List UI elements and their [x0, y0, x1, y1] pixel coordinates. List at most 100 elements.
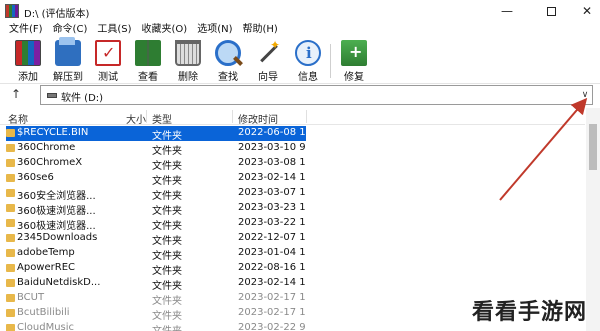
- add-label: 添加: [18, 72, 38, 83]
- folder-icon: [6, 174, 15, 182]
- folder-icon: [6, 204, 15, 212]
- view-label: 查看: [138, 72, 158, 83]
- address-bar: ↑ 软件 (D:) ∨: [0, 84, 600, 106]
- item-date: 2022-12-07 1: [238, 232, 306, 243]
- up-arrow-icon[interactable]: ↑: [6, 87, 26, 103]
- folder-icon: [6, 279, 15, 287]
- folder-icon: [6, 264, 15, 272]
- menu-help[interactable]: 帮助(H): [238, 22, 283, 38]
- maximize-button[interactable]: [536, 2, 566, 20]
- wizard-icon: [255, 38, 281, 66]
- item-date: 2023-02-17 1: [238, 307, 306, 318]
- item-type: 文件夹: [152, 266, 182, 277]
- extract-label: 解压到: [53, 72, 83, 83]
- menu-bar: 文件(F) 命令(C) 工具(S) 收藏夹(O) 选项(N) 帮助(H): [0, 22, 600, 38]
- column-divider[interactable]: [232, 110, 233, 123]
- folder-icon: [6, 159, 15, 167]
- list-item[interactable]: adobeTemp 文件夹 2023-01-04 1: [0, 246, 585, 262]
- scrollbar-thumb[interactable]: [589, 124, 597, 170]
- info-button[interactable]: 信息: [286, 40, 330, 84]
- item-date: 2023-03-10 9: [238, 142, 306, 153]
- item-name: CloudMusic: [17, 322, 75, 331]
- menu-tools[interactable]: 工具(S): [92, 22, 136, 38]
- view-button[interactable]: 查看: [126, 40, 170, 84]
- list-item[interactable]: 360极速浏览器... 文件夹 2023-03-22 1: [0, 216, 585, 232]
- column-modified[interactable]: 修改时间: [238, 111, 278, 126]
- close-button[interactable]: ✕: [572, 2, 600, 20]
- item-type: 文件夹: [152, 131, 182, 142]
- folder-icon: [6, 219, 15, 227]
- column-type[interactable]: 类型: [152, 111, 172, 126]
- item-type: 文件夹: [152, 251, 182, 262]
- item-type: 文件夹: [152, 281, 182, 292]
- folder-icon: [6, 129, 15, 137]
- item-date: 2023-02-22 9: [238, 322, 306, 331]
- find-button[interactable]: 查找: [206, 40, 250, 84]
- item-type: 文件夹: [152, 236, 182, 247]
- item-date: 2023-02-14 1: [238, 277, 306, 288]
- column-size[interactable]: 大小: [126, 111, 146, 126]
- repair-button[interactable]: 修复: [332, 40, 376, 84]
- list-item[interactable]: 360se6 文件夹 2023-02-14 1: [0, 171, 585, 187]
- list-item[interactable]: 360ChromeX 文件夹 2023-03-08 1: [0, 156, 585, 172]
- list-item[interactable]: 360Chrome 文件夹 2023-03-10 9: [0, 141, 585, 157]
- extract-icon: [55, 37, 81, 66]
- column-name[interactable]: 名称: [8, 111, 28, 126]
- list-item[interactable]: 360极速浏览器... 文件夹 2023-03-23 1: [0, 201, 585, 217]
- minimize-button[interactable]: —: [492, 2, 522, 20]
- list-item[interactable]: ApowerREC 文件夹 2022-08-16 1: [0, 261, 585, 277]
- item-type: 文件夹: [152, 146, 182, 157]
- address-field[interactable]: 软件 (D:) ∨: [40, 85, 593, 105]
- wizard-button[interactable]: 向导: [246, 38, 290, 84]
- item-type: 文件夹: [152, 296, 182, 307]
- extract-button[interactable]: 解压到: [46, 37, 90, 84]
- item-date: 2023-02-14 1: [238, 172, 306, 183]
- folder-icon: [6, 249, 15, 257]
- menu-file[interactable]: 文件(F): [4, 22, 48, 38]
- add-button[interactable]: 添加: [6, 40, 50, 84]
- list-item[interactable]: BaiduNetdiskD... 文件夹 2023-02-14 1: [0, 276, 585, 292]
- vertical-scrollbar[interactable]: [586, 108, 600, 331]
- item-date: 2023-02-17 1: [238, 292, 306, 303]
- column-divider[interactable]: [306, 110, 307, 123]
- folder-icon: [6, 294, 15, 302]
- menu-favorites[interactable]: 收藏夹(O): [137, 22, 193, 38]
- find-icon: [215, 40, 241, 66]
- view-icon: [135, 40, 161, 66]
- folder-icon: [6, 144, 15, 152]
- list-item[interactable]: $RECYCLE.BIN 文件夹 2022-06-08 1: [0, 126, 585, 142]
- item-date: 2023-03-23 1: [238, 202, 306, 213]
- column-divider[interactable]: [146, 110, 147, 123]
- item-date: 2022-06-08 1: [238, 127, 306, 138]
- item-name: ApowerREC: [17, 262, 75, 273]
- item-type: 文件夹: [152, 311, 182, 322]
- info-label: 信息: [298, 72, 318, 83]
- info-icon: [295, 40, 321, 66]
- item-name: adobeTemp: [17, 247, 75, 258]
- item-date: 2022-08-16 1: [238, 262, 306, 273]
- menu-options[interactable]: 选项(N): [192, 22, 237, 38]
- title-bar: D:\ (评估版本) — ✕: [0, 0, 600, 22]
- test-icon: [95, 40, 121, 66]
- item-name: 360Chrome: [17, 142, 76, 153]
- toolbar-separator: [330, 44, 331, 78]
- repair-label: 修复: [344, 72, 364, 83]
- item-type: 文件夹: [152, 176, 182, 187]
- item-name: 360安全浏览器...: [17, 191, 96, 202]
- add-icon: [15, 40, 41, 66]
- chevron-down-icon[interactable]: ∨: [578, 86, 592, 104]
- toolbar: 添加 解压到 测试 查看 删除 查找 向导 信息 修复: [0, 37, 600, 84]
- item-type: 文件夹: [152, 206, 182, 217]
- menu-command[interactable]: 命令(C): [48, 22, 93, 38]
- test-button[interactable]: 测试: [86, 40, 130, 84]
- delete-button[interactable]: 删除: [166, 40, 210, 84]
- list-item[interactable]: 2345Downloads 文件夹 2022-12-07 1: [0, 231, 585, 247]
- app-icon: [5, 4, 19, 18]
- item-name: 360se6: [17, 172, 54, 183]
- item-date: 2023-03-22 1: [238, 217, 306, 228]
- item-type: 文件夹: [152, 322, 212, 331]
- window-title: D:\ (评估版本): [24, 9, 90, 20]
- item-type: 文件夹: [152, 191, 182, 202]
- item-name: 360极速浏览器...: [17, 206, 96, 217]
- list-item[interactable]: 360安全浏览器... 文件夹 2023-03-07 1: [0, 186, 585, 202]
